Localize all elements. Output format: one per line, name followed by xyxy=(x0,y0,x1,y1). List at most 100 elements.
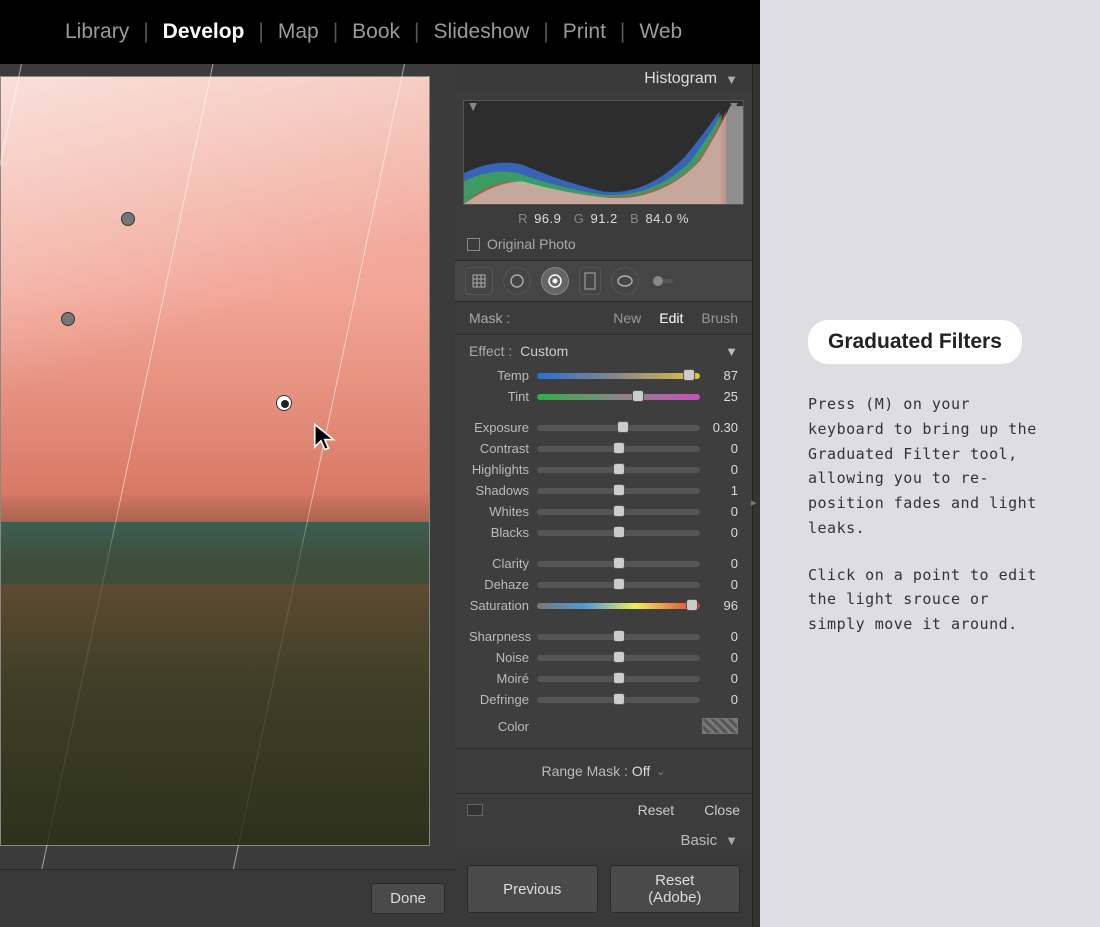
histogram-header[interactable]: Histogram ▼ xyxy=(455,64,752,94)
slider-thumb[interactable] xyxy=(686,599,698,611)
radial-filter-tool-icon[interactable] xyxy=(541,267,569,295)
gradient-guide-line[interactable] xyxy=(0,64,232,869)
workspace: Done Histogram ▼ R 96.9 G 91. xyxy=(0,64,760,927)
nav-library[interactable]: Library xyxy=(65,20,129,44)
histogram[interactable] xyxy=(463,100,744,205)
slider-exposure[interactable]: Exposure0.30 xyxy=(469,417,738,438)
filter-pin[interactable] xyxy=(61,312,75,326)
dropdown-icon[interactable]: ⌄ xyxy=(656,765,665,778)
nav-web[interactable]: Web xyxy=(639,20,682,44)
done-button[interactable]: Done xyxy=(371,883,445,914)
reset-adobe-button[interactable]: Reset (Adobe) xyxy=(610,865,741,913)
slider-track[interactable] xyxy=(537,373,700,379)
reset-button[interactable]: Reset xyxy=(638,802,675,818)
slider-thumb[interactable] xyxy=(617,421,629,433)
color-swatch[interactable] xyxy=(702,718,738,734)
collapse-icon[interactable]: ▼ xyxy=(725,344,738,359)
effect-header[interactable]: Effect : Custom ▼ xyxy=(469,343,738,359)
close-button[interactable]: Close xyxy=(704,802,740,818)
local-tools-strip xyxy=(455,260,752,302)
spot-tool-icon[interactable] xyxy=(503,267,531,295)
panel-footer: Reset Close xyxy=(455,793,752,826)
slider-track[interactable] xyxy=(537,561,700,567)
slider-thumb[interactable] xyxy=(613,578,625,590)
slider-blacks[interactable]: Blacks0 xyxy=(469,522,738,543)
slider-thumb[interactable] xyxy=(632,390,644,402)
slider-thumb[interactable] xyxy=(613,526,625,538)
nav-book[interactable]: Book xyxy=(352,20,400,44)
mask-tabs: New Edit Brush xyxy=(613,310,738,326)
tutorial-paragraph: Press (M) on your keyboard to bring up t… xyxy=(808,392,1052,541)
slider-dehaze[interactable]: Dehaze0 xyxy=(469,574,738,595)
slider-thumb[interactable] xyxy=(613,693,625,705)
slider-thumb[interactable] xyxy=(683,369,695,381)
mask-tab-brush[interactable]: Brush xyxy=(701,310,738,326)
slider-track[interactable] xyxy=(537,634,700,640)
slider-thumb[interactable] xyxy=(613,672,625,684)
nav-develop[interactable]: Develop xyxy=(163,20,245,44)
mask-tab-edit[interactable]: Edit xyxy=(659,310,683,326)
range-mask-row[interactable]: Range Mask : Off ⌄ xyxy=(455,748,752,793)
filter-pin-active[interactable] xyxy=(276,395,292,411)
slider-track[interactable] xyxy=(537,488,700,494)
nav-map[interactable]: Map xyxy=(278,20,319,44)
tutorial-sidebar: Graduated Filters Press (M) on your keyb… xyxy=(760,0,1100,927)
slider-temp[interactable]: Temp87 xyxy=(469,365,738,386)
slider-track[interactable] xyxy=(537,655,700,661)
gradient-guide-line[interactable] xyxy=(0,64,32,869)
slider-thumb[interactable] xyxy=(613,442,625,454)
before-after-toggle[interactable] xyxy=(467,804,483,816)
slider-thumb[interactable] xyxy=(613,651,625,663)
color-row[interactable]: Color xyxy=(469,718,738,734)
gradient-guide-line[interactable] xyxy=(182,64,432,869)
crop-tool-icon[interactable] xyxy=(465,267,493,295)
slider-track[interactable] xyxy=(537,676,700,682)
effect-panel: Effect : Custom ▼ Temp87Tint25 Exposure0.… xyxy=(455,335,752,748)
slider-track[interactable] xyxy=(537,603,700,609)
tutorial-title: Graduated Filters xyxy=(808,320,1022,364)
photo-viewport[interactable] xyxy=(0,64,455,869)
slider-track[interactable] xyxy=(537,697,700,703)
nav-slideshow[interactable]: Slideshow xyxy=(434,20,530,44)
previous-button[interactable]: Previous xyxy=(467,865,598,913)
slider-highlights[interactable]: Highlights0 xyxy=(469,459,738,480)
slider-contrast[interactable]: Contrast0 xyxy=(469,438,738,459)
slider-whites[interactable]: Whites0 xyxy=(469,501,738,522)
slider-defringe[interactable]: Defringe0 xyxy=(469,689,738,710)
slider-sharpness[interactable]: Sharpness0 xyxy=(469,626,738,647)
slider-noise[interactable]: Noise0 xyxy=(469,647,738,668)
slider-track[interactable] xyxy=(537,582,700,588)
original-photo-toggle[interactable]: Original Photo xyxy=(455,232,752,260)
checkbox-icon[interactable] xyxy=(467,238,480,251)
basic-panel-header[interactable]: Basic ▼ xyxy=(455,826,752,855)
slider-thumb[interactable] xyxy=(613,630,625,642)
panel-expander[interactable] xyxy=(752,64,760,927)
slider-thumb[interactable] xyxy=(613,484,625,496)
cursor-icon xyxy=(311,422,341,452)
slider-track[interactable] xyxy=(537,509,700,515)
mask-row: Mask : NewEditBrush xyxy=(455,302,752,335)
slider-tint[interactable]: Tint25 xyxy=(469,386,738,407)
slider-track[interactable] xyxy=(537,394,700,400)
slider-thumb[interactable] xyxy=(613,505,625,517)
photo[interactable] xyxy=(0,76,430,846)
slider-saturation[interactable]: Saturation96 xyxy=(469,595,738,616)
slider-track[interactable] xyxy=(537,425,700,431)
filter-pin[interactable] xyxy=(121,212,135,226)
mask-tab-new[interactable]: New xyxy=(613,310,641,326)
slider-clarity[interactable]: Clarity0 xyxy=(469,553,738,574)
collapse-icon[interactable]: ▼ xyxy=(725,833,738,848)
slider-moiré[interactable]: Moiré0 xyxy=(469,668,738,689)
oval-tool-icon[interactable] xyxy=(611,267,639,295)
slider-thumb[interactable] xyxy=(613,557,625,569)
slider-track[interactable] xyxy=(537,446,700,452)
collapse-icon[interactable]: ▼ xyxy=(725,72,738,87)
slider-track[interactable] xyxy=(537,530,700,536)
graduated-filter-tool-icon[interactable] xyxy=(579,267,601,295)
slider-thumb[interactable] xyxy=(613,463,625,475)
brush-tool-icon[interactable] xyxy=(649,267,677,295)
slider-track[interactable] xyxy=(537,467,700,473)
nav-print[interactable]: Print xyxy=(563,20,606,44)
slider-shadows[interactable]: Shadows1 xyxy=(469,480,738,501)
rgb-readout: R 96.9 G 91.2 B 84.0 % xyxy=(455,209,752,232)
